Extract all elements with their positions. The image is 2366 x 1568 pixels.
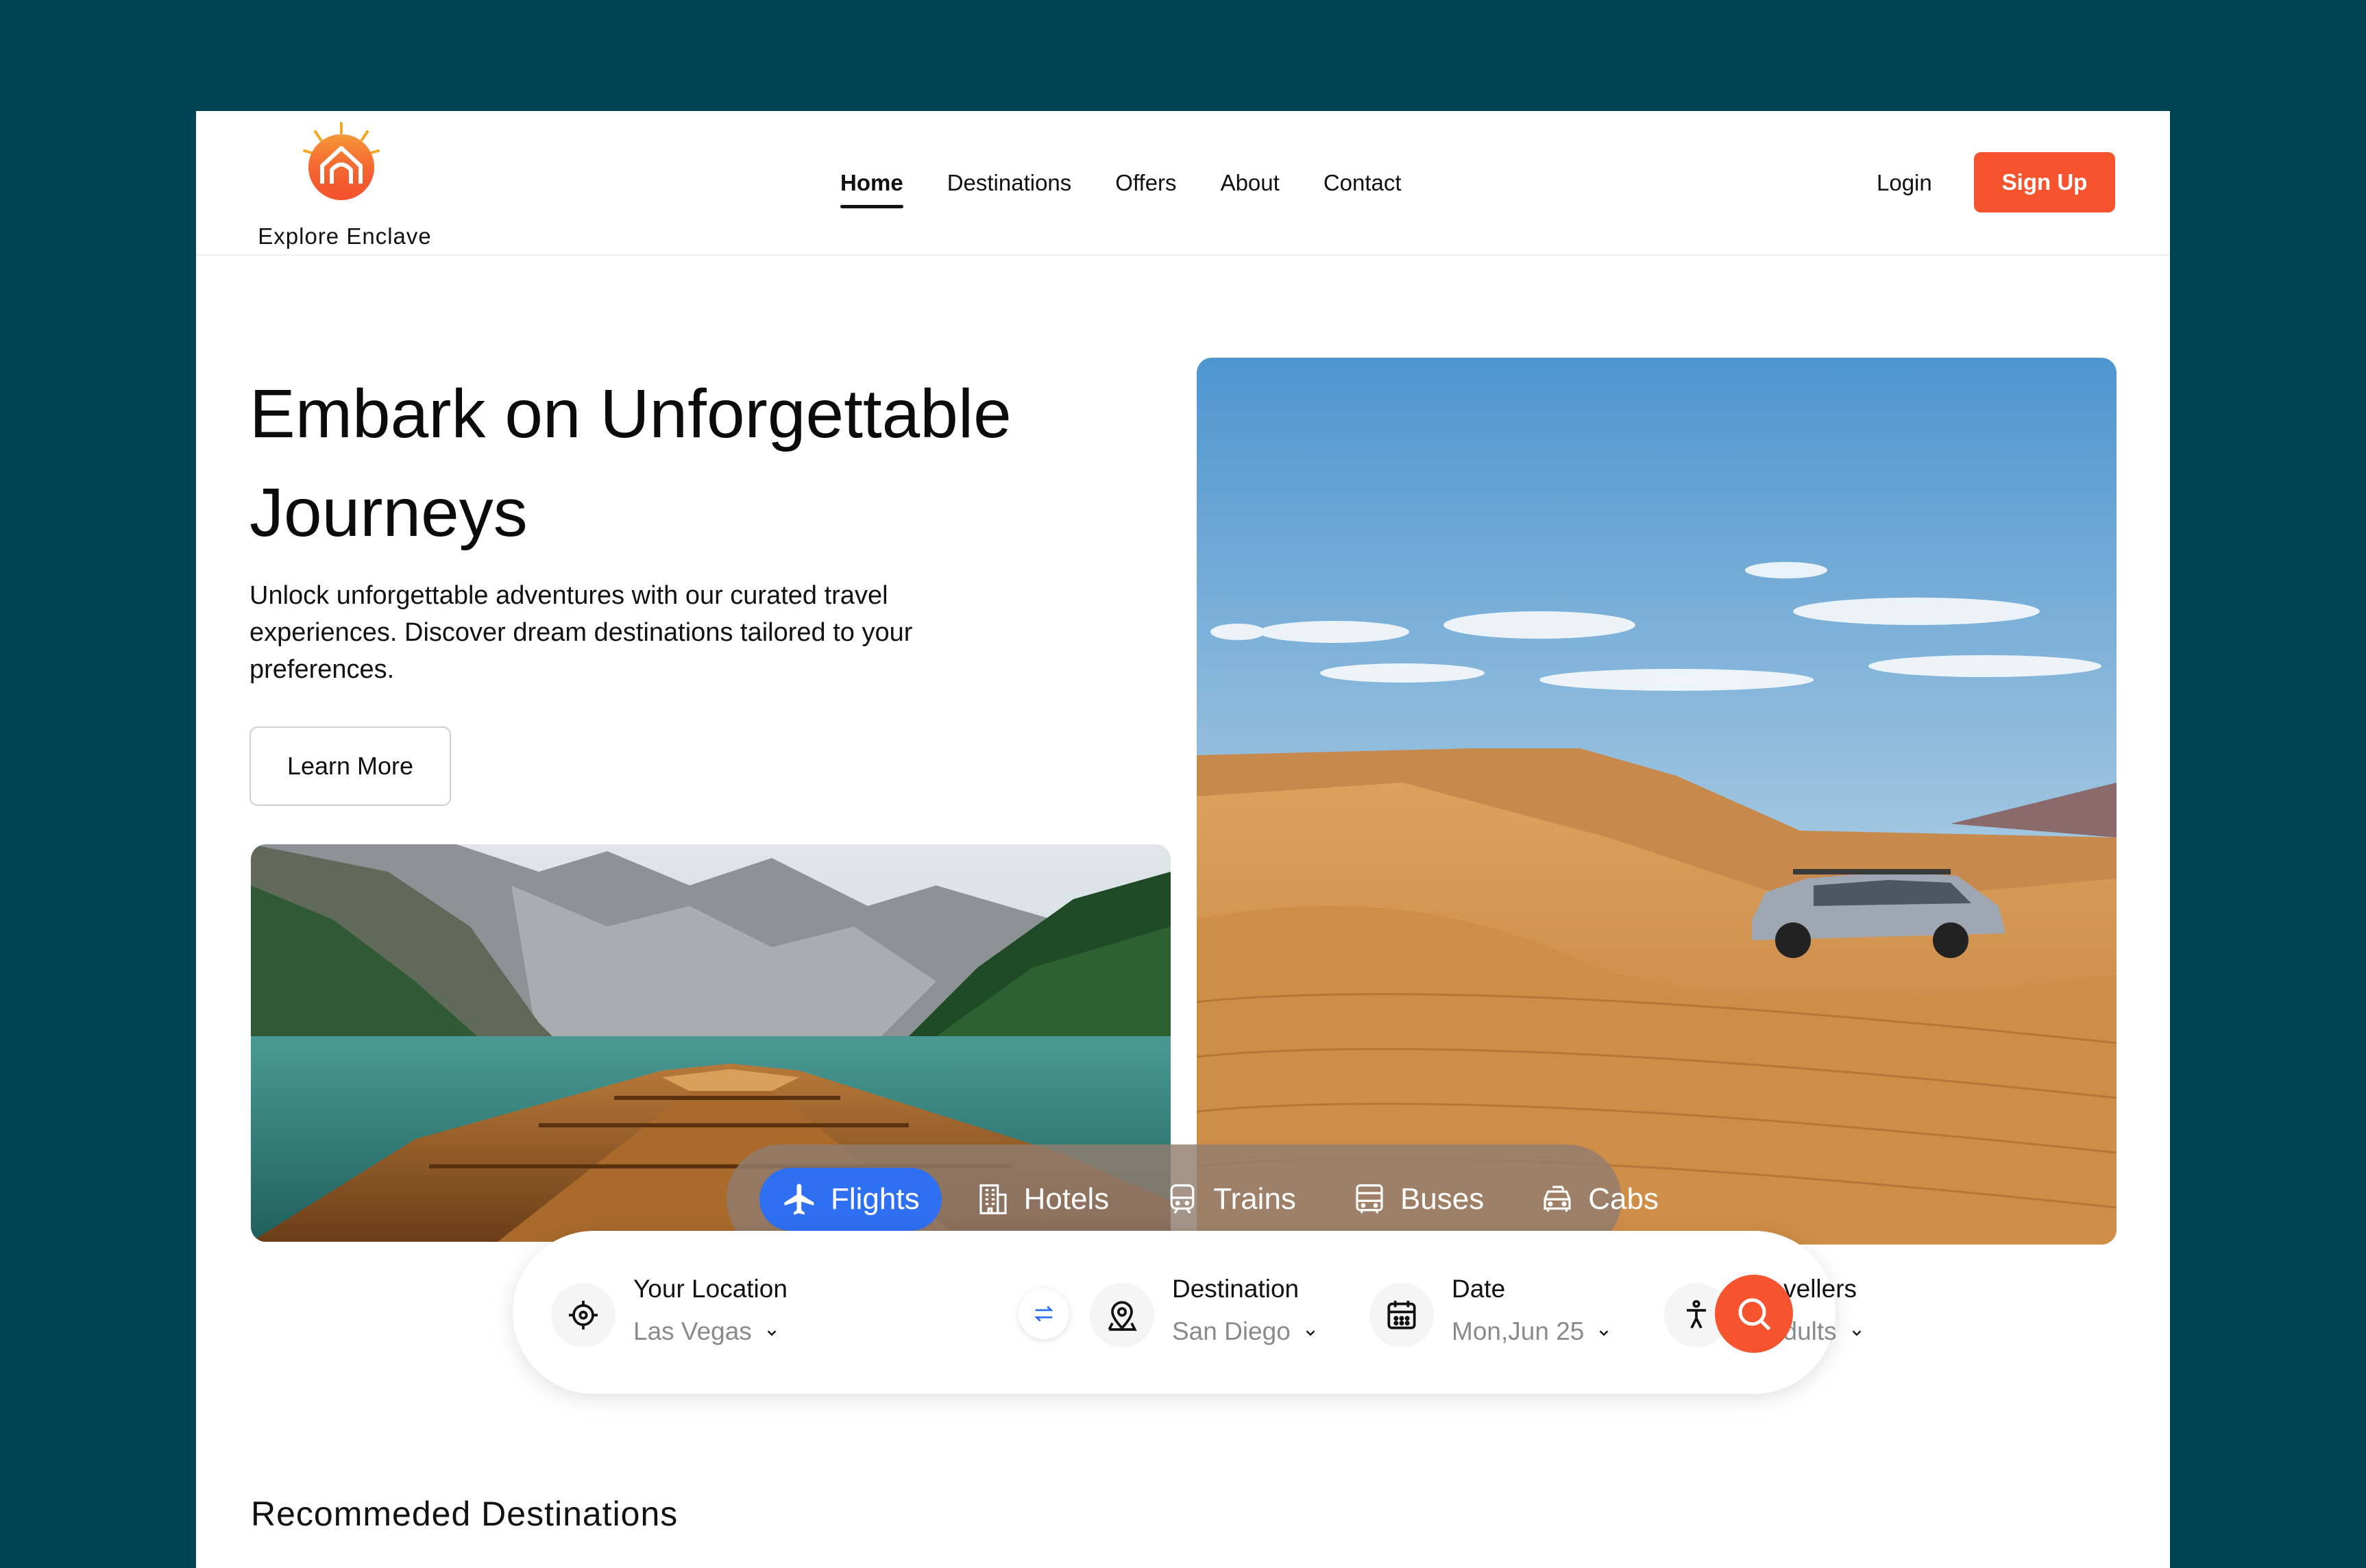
tab-buses[interactable]: Buses [1329, 1168, 1506, 1231]
map-pin-icon [1108, 1301, 1137, 1331]
destination-value[interactable]: San Diego [1172, 1317, 1318, 1346]
signup-button[interactable]: Sign Up [1974, 152, 2115, 212]
nav-contact[interactable]: Contact [1324, 170, 1402, 208]
nav-offers[interactable]: Offers [1115, 170, 1176, 208]
brand-name: Explore Enclave [258, 223, 432, 249]
logo[interactable]: Explore Enclave [252, 121, 437, 251]
recommended-title: Recommeded Destinations [251, 1495, 679, 1533]
tab-buses-label: Buses [1400, 1182, 1485, 1216]
calendar-icon [1387, 1301, 1416, 1330]
person-icon [1687, 1300, 1706, 1329]
logo-icon [303, 122, 380, 200]
swap-locations-button[interactable] [1019, 1288, 1069, 1339]
target-icon [569, 1301, 598, 1330]
date-value[interactable]: Mon,Jun 25 [1452, 1317, 1611, 1346]
tab-cabs[interactable]: Cabs [1517, 1168, 1681, 1231]
main-nav: Home Destinations Offers About Contact [840, 170, 1402, 208]
login-link[interactable]: Login [1877, 170, 1932, 196]
search-button[interactable] [1715, 1275, 1793, 1353]
tab-hotels-label: Hotels [1023, 1182, 1110, 1216]
train-icon [1170, 1184, 1195, 1214]
location-label: Your Location [633, 1275, 788, 1303]
hero-subtitle: Unlock unforgettable adventures with our… [249, 581, 913, 684]
tab-trains[interactable]: Trains [1142, 1168, 1318, 1231]
date-label: Date [1452, 1275, 1506, 1303]
date-icon-wrap [1369, 1283, 1434, 1347]
header: Explore Enclave Home Destinations Offers… [196, 111, 2170, 256]
hero-title: Embark on Unforgettable Journeys [249, 376, 1012, 551]
nav-home[interactable]: Home [840, 170, 903, 208]
destination-label: Destination [1172, 1275, 1300, 1303]
desert-car-image [1197, 358, 2117, 1245]
swap-icon [1034, 1306, 1053, 1322]
page-frame: Explore Enclave Home Destinations Offers… [196, 111, 2170, 1568]
chevron-down-icon [1600, 1330, 1609, 1336]
chevron-down-icon [1852, 1330, 1861, 1336]
tab-flights[interactable]: Flights [759, 1168, 942, 1231]
nav-about[interactable]: About [1221, 170, 1280, 208]
tab-hotels[interactable]: Hotels [953, 1168, 1132, 1231]
location-icon-wrap [551, 1283, 615, 1347]
tab-flights-label: Flights [831, 1182, 920, 1216]
tab-cabs-label: Cabs [1588, 1182, 1659, 1216]
chevron-down-icon [767, 1330, 777, 1336]
chevron-down-icon [1306, 1330, 1315, 1336]
airplane-icon [784, 1184, 814, 1215]
destination-icon-wrap [1090, 1283, 1154, 1347]
bus-icon [1356, 1184, 1383, 1214]
learn-more-button[interactable]: Learn More [249, 726, 451, 806]
nav-destinations[interactable]: Destinations [947, 170, 1072, 208]
search-bar: Your Location Las Vegas Destination San … [513, 1231, 1861, 1394]
car-icon [1544, 1186, 1571, 1212]
search-icon [1738, 1298, 1771, 1331]
building-icon [979, 1184, 1007, 1214]
location-value[interactable]: Las Vegas [633, 1317, 779, 1346]
tab-trains-label: Trains [1213, 1182, 1296, 1216]
